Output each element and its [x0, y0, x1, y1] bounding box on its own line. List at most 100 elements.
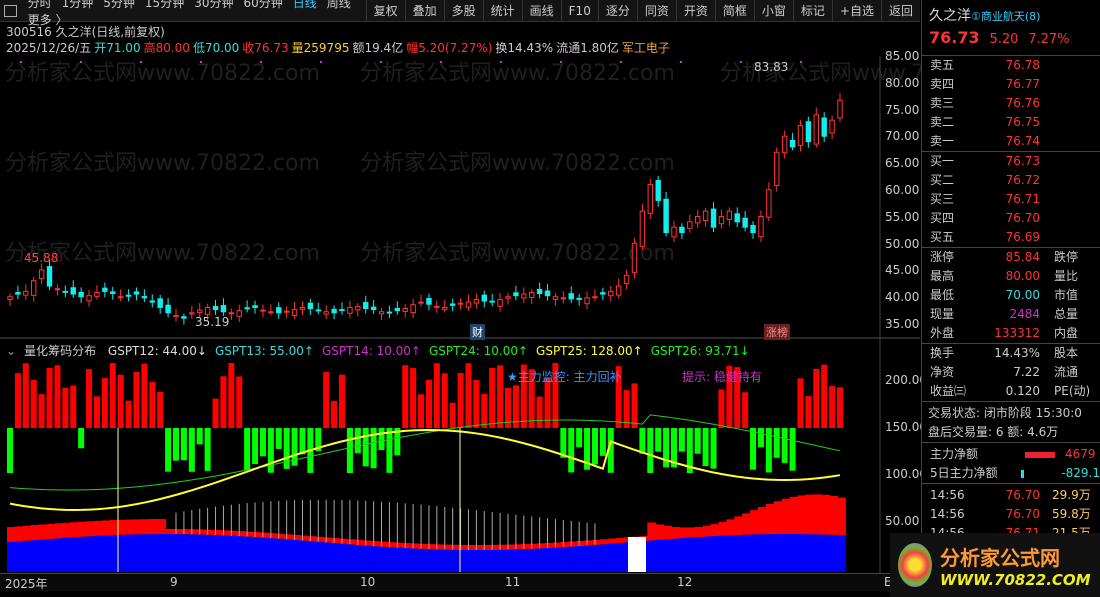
- green-bar: [789, 428, 796, 471]
- bids-row[interactable]: 买四 76.70: [922, 209, 1100, 228]
- candle: [647, 183, 653, 214]
- indicator-name[interactable]: 量化筹码分布: [24, 344, 96, 358]
- signal-dot: [140, 61, 142, 63]
- blue-area: [528, 548, 538, 572]
- signal-dot: [320, 61, 322, 63]
- candle: [355, 305, 361, 311]
- red-bar: [497, 365, 504, 428]
- concept-tag[interactable]: ①商业航天(8): [971, 10, 1040, 23]
- green-bar: [694, 428, 701, 454]
- red-area: [584, 540, 593, 546]
- blue-area: [813, 534, 823, 572]
- green-bar: [568, 428, 575, 473]
- red-bar: [70, 385, 77, 428]
- candle: [378, 311, 385, 315]
- red-area: [528, 543, 538, 549]
- blue-area: [655, 539, 665, 572]
- green-bar: [576, 428, 583, 448]
- candle: [315, 309, 321, 312]
- red-area: [165, 529, 174, 535]
- value: 76.76: [1005, 96, 1040, 110]
- asks-row[interactable]: 卖三 76.76: [922, 94, 1100, 113]
- stats-row[interactable]: 最高 80.00 量比: [922, 267, 1100, 286]
- red-bar: [14, 373, 21, 428]
- stats-row[interactable]: 最低 70.00 市值: [922, 286, 1100, 305]
- candle: [623, 274, 630, 284]
- red-area: [315, 536, 325, 542]
- value: 70.00: [1005, 288, 1040, 302]
- asks-row[interactable]: 卖四 76.77: [922, 75, 1100, 94]
- blue-area: [14, 541, 24, 572]
- red-area: [101, 520, 111, 536]
- blue-area: [544, 547, 554, 572]
- candle: [481, 294, 487, 302]
- tip-text: 提示: 稳健持有: [682, 370, 762, 384]
- stats2-row[interactable]: 收益㈢ 0.120 PE(动): [922, 382, 1100, 401]
- red-bar: [101, 378, 108, 428]
- blue-area: [686, 537, 696, 572]
- blue-area: [402, 548, 412, 572]
- value: 76.74: [1005, 134, 1040, 148]
- tick-row: 14:56 76.70 29.9万: [922, 486, 1100, 505]
- blue-area: [742, 534, 752, 572]
- blue-area: [70, 537, 80, 572]
- event-finance[interactable]: 财: [470, 324, 485, 340]
- blue-area: [244, 536, 254, 572]
- candle: [734, 213, 740, 223]
- red-area: [726, 519, 736, 536]
- candle: [544, 290, 551, 297]
- red-area: [568, 541, 578, 547]
- stats-row[interactable]: 外盘 133312 内盘: [922, 324, 1100, 343]
- bids-row[interactable]: 买五 76.69: [922, 228, 1100, 247]
- candle: [291, 309, 298, 316]
- blue-area: [505, 549, 514, 572]
- red-area: [433, 544, 443, 550]
- stats2-row[interactable]: 换手 14.43% 股本: [922, 344, 1100, 363]
- bids-row[interactable]: 买三 76.71: [922, 190, 1100, 209]
- candle: [687, 221, 693, 229]
- asks-row[interactable]: 卖五 76.78: [922, 56, 1100, 75]
- event-limitup[interactable]: 涨榜: [764, 324, 790, 340]
- candle: [426, 297, 432, 305]
- red-bar: [93, 396, 100, 428]
- blue-area: [54, 538, 64, 572]
- bids-row[interactable]: 买一 76.73: [922, 152, 1100, 171]
- red-area: [655, 524, 665, 540]
- value: 76.69: [1005, 230, 1040, 244]
- blue-area: [441, 549, 451, 572]
- label: 买四: [930, 211, 955, 225]
- red-bar: [331, 400, 338, 428]
- stats-row[interactable]: 涨停 85.84 跌停: [922, 248, 1100, 267]
- value: 76.71: [1005, 192, 1040, 206]
- label: 卖五: [930, 58, 955, 72]
- signal-dot: [800, 61, 802, 63]
- red-bar: [410, 368, 417, 428]
- red-area: [686, 527, 696, 538]
- label: 总量: [1054, 307, 1079, 321]
- bids-row[interactable]: 买二 76.72: [922, 171, 1100, 190]
- blue-area: [101, 535, 111, 572]
- red-area: [481, 544, 491, 550]
- asks-row[interactable]: 卖一 76.74: [922, 132, 1100, 151]
- asks-row[interactable]: 卖二 76.75: [922, 113, 1100, 132]
- green-bar: [173, 428, 179, 461]
- value: 80.00: [1005, 269, 1040, 283]
- blue-area: [275, 538, 285, 572]
- stats2-row[interactable]: 净资 7.22 流通: [922, 363, 1100, 382]
- red-area: [552, 542, 562, 548]
- blue-area: [133, 534, 143, 572]
- blue-area: [228, 535, 238, 572]
- price-chart[interactable]: [0, 0, 920, 597]
- red-area: [710, 524, 720, 537]
- candle: [386, 311, 393, 314]
- indicator-tick: 50.00: [885, 514, 920, 528]
- red-area: [38, 524, 48, 540]
- blue-area: [481, 549, 491, 572]
- candle: [552, 296, 559, 300]
- green-bar: [710, 428, 717, 469]
- stats-row[interactable]: 现量 2484 总量: [922, 305, 1100, 324]
- collapse-icon[interactable]: ⌄: [6, 344, 16, 358]
- blue-area: [457, 549, 467, 572]
- blue-area: [837, 535, 846, 572]
- quote-panel: 久之洋①商业航天(8) 76.73 5.20 7.27% 卖五 76.78 卖四 76…: [921, 0, 1100, 597]
